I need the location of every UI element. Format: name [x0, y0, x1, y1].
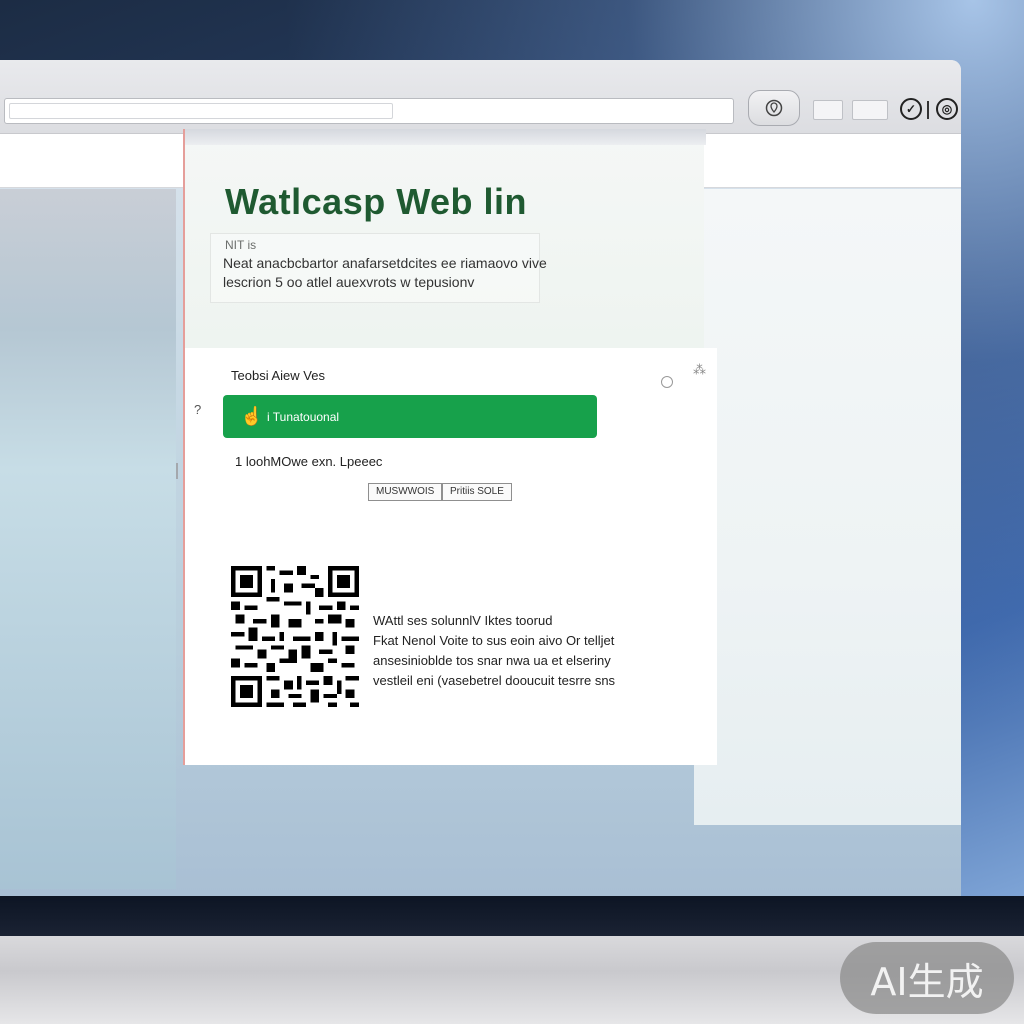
instruction-line: ansesinioblde tos snar nwa ua et elserin…: [373, 653, 611, 668]
primary-login-button[interactable]: ☝ i Tunatouonal: [223, 395, 597, 438]
address-bar-field[interactable]: [9, 103, 393, 119]
card-subtitle: Teobsi Aiew Ves: [231, 368, 325, 383]
primary-button-label: i Tunatouonal: [267, 409, 340, 424]
option-chip-2[interactable]: Pritiis SOLE: [442, 483, 512, 501]
right-panel: [694, 189, 961, 825]
toolbar-mini-button-1[interactable]: [813, 100, 843, 120]
option-chip-1[interactable]: MUSWWOIS: [368, 483, 443, 501]
description-kicker: NIT is: [225, 238, 257, 252]
login-header-card: Watlcasp Web lin NIT is Neat anacbcbarto…: [183, 129, 706, 348]
browser-toolbar: ✓ ◎: [0, 60, 961, 134]
link-text[interactable]: 1 loohMOwe exn. Lpeeec: [235, 454, 382, 469]
check-circle-icon[interactable]: ✓: [900, 98, 922, 120]
browser-logo-icon[interactable]: ◎: [936, 98, 958, 120]
ai-generated-watermark: AI生成: [840, 942, 1014, 1014]
hand-pointer-icon: ☝: [240, 406, 264, 426]
location-button[interactable]: [748, 90, 800, 126]
instructions: WAttl ses solunnlV Iktes toorud Fkat Nen…: [373, 611, 615, 691]
monitor-bezel: [0, 896, 1024, 936]
instruction-line: vestleil eni (vasebetrel dooucuit tesrre…: [373, 673, 616, 688]
option-radio[interactable]: [661, 376, 673, 388]
address-bar[interactable]: [4, 98, 734, 124]
header-card-bar: [185, 129, 706, 145]
toolbar-divider: [927, 101, 929, 119]
settings-sparkle-icon[interactable]: ⁂: [693, 362, 706, 378]
page-title: Watlcasp Web lin: [225, 181, 528, 222]
edge-marker: [176, 463, 178, 479]
login-card: Teobsi Aiew Ves ⁂ ? ☝ i Tunatouonal 1 lo…: [183, 348, 717, 765]
left-backdrop: [0, 189, 176, 889]
toolbar-mini-button-2[interactable]: [852, 100, 888, 120]
description-line: Neat anacbcbartor anafarsetdcites ee ria…: [223, 255, 547, 271]
instruction-line: WAttl ses solunnlV Iktes toorud: [373, 613, 553, 628]
description-line: lescrion 5 oo atlel auexvrots w tepusion…: [223, 274, 475, 290]
qr-code: [231, 566, 359, 707]
instruction-line: Fkat Nenol Voite to sus eoin aivo Or tel…: [373, 633, 615, 648]
location-pin-icon: [765, 99, 783, 117]
help-mark: ?: [194, 402, 202, 417]
